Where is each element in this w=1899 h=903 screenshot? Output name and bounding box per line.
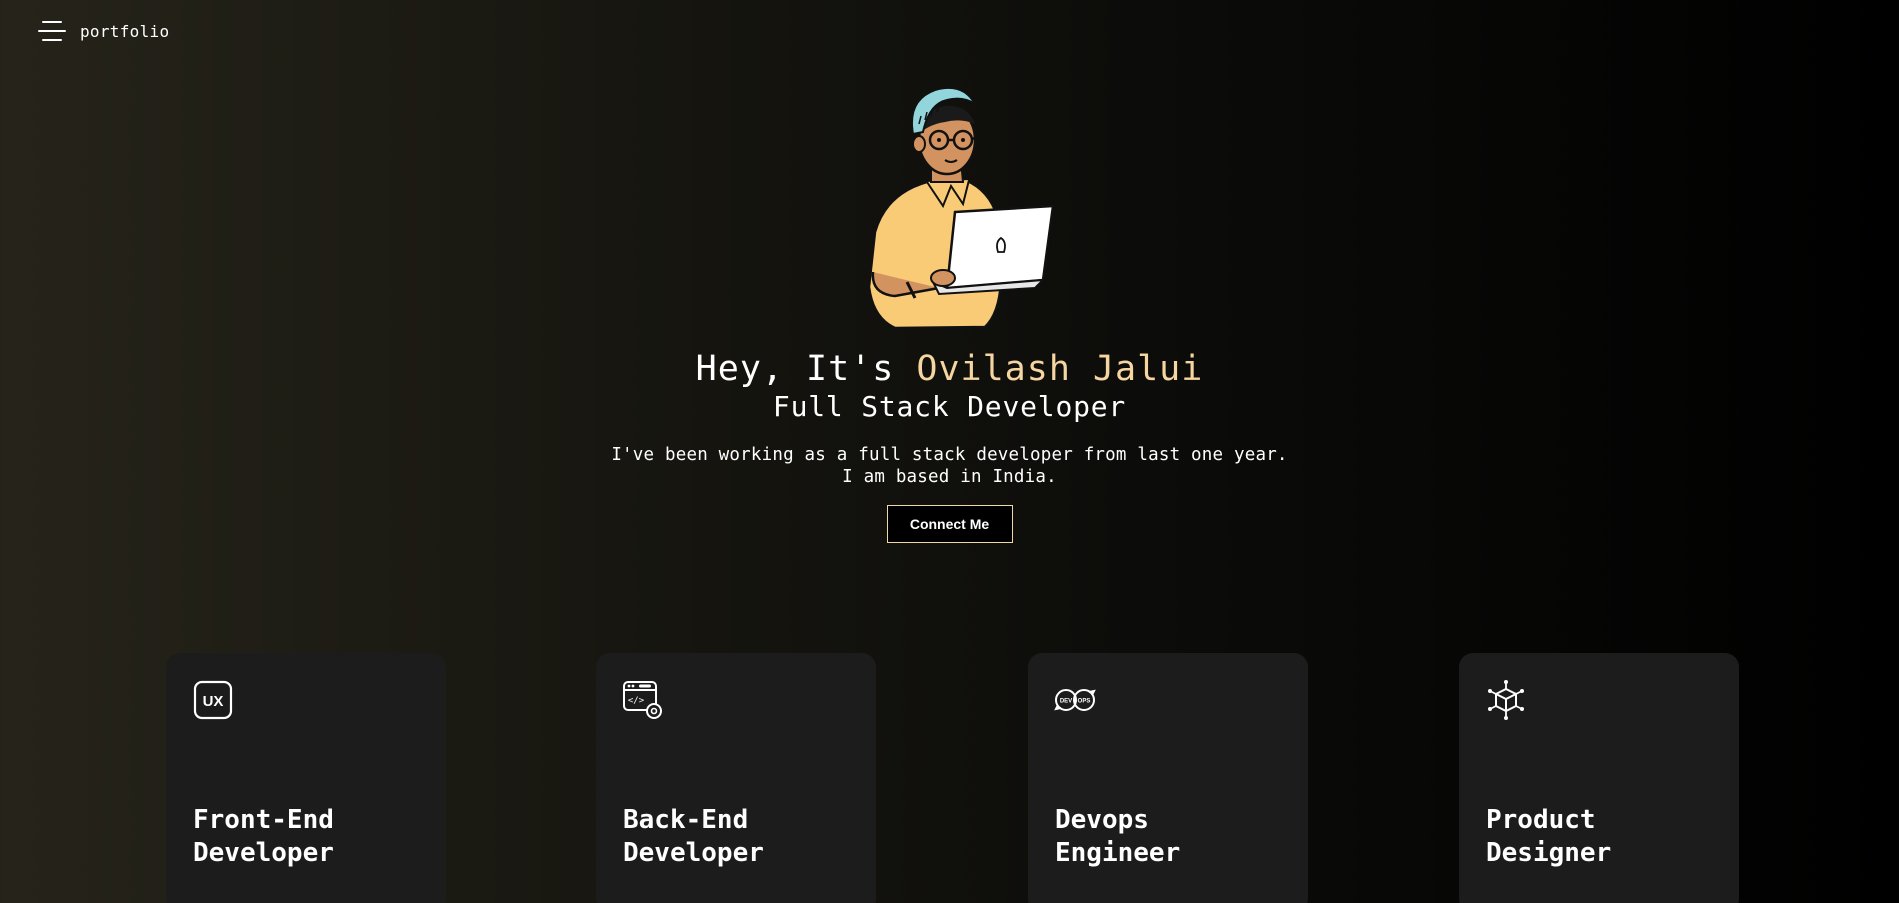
developer-name: Ovilash Jalui: [916, 349, 1204, 389]
service-card-product[interactable]: Product Designer: [1459, 653, 1739, 903]
service-card-frontend[interactable]: UX Front-End Developer: [166, 653, 446, 903]
greeting-prefix: Hey, It's: [695, 349, 917, 389]
hamburger-menu-icon[interactable]: [38, 18, 66, 44]
hero-section: Hey, It's Ovilash Jalui Full Stack Devel…: [0, 82, 1899, 543]
svg-text:UX: UX: [203, 693, 224, 710]
bio-line-2: I am based in India.: [842, 467, 1057, 487]
service-title: Product Designer: [1486, 805, 1612, 868]
bio-line-1: I've been working as a full stack develo…: [611, 445, 1288, 465]
connect-me-button[interactable]: Connect Me: [886, 505, 1013, 543]
hero-greeting: Hey, It's Ovilash Jalui: [696, 348, 1204, 390]
brand-logo-text[interactable]: portfolio: [80, 22, 169, 41]
developer-role: Full Stack Developer: [772, 390, 1127, 423]
service-title: Devops Engineer: [1055, 805, 1181, 868]
service-title: Front-End Developer: [193, 805, 334, 868]
developer-bio: I've been working as a full stack develo…: [611, 444, 1287, 488]
svg-text:OPS: OPS: [1078, 699, 1091, 705]
product-cube-icon: [1488, 680, 1524, 720]
service-title: Back-End Developer: [623, 805, 764, 868]
services-section: UX Front-End Developer </> Back-End Deve…: [0, 653, 1899, 903]
code-settings-icon: </>: [623, 681, 662, 719]
svg-text:DEV: DEV: [1060, 699, 1072, 705]
devops-icon: DEV OPS: [1054, 689, 1096, 711]
top-nav: portfolio: [38, 18, 169, 44]
service-card-backend[interactable]: </> Back-End Developer: [596, 653, 876, 903]
svg-text:</>: </>: [628, 696, 645, 706]
developer-avatar-illustration: [867, 86, 1054, 330]
service-card-devops[interactable]: DEV OPS Devops Engineer: [1028, 653, 1308, 903]
ux-icon: UX: [193, 680, 233, 720]
